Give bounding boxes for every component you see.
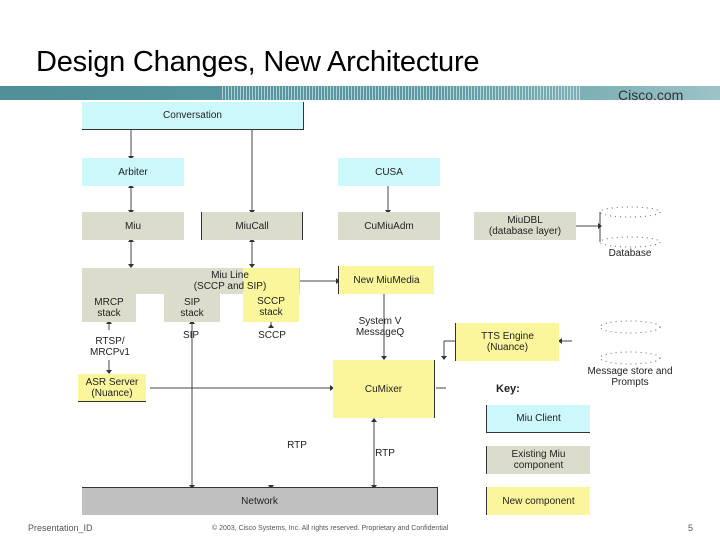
component-label: stack — [259, 307, 283, 318]
component-miu: Miu — [82, 212, 184, 240]
component-label: SCCP — [257, 296, 285, 307]
protocol-label-line: System V — [358, 316, 402, 327]
component-label: Miu Line — [211, 270, 249, 281]
protocol-label-sip: SIP — [182, 330, 200, 341]
component-label: CUSA — [375, 166, 403, 178]
message-store-label-line: Message store and — [587, 366, 673, 377]
message-store-cylinder-icon — [599, 320, 661, 365]
component-label: (database layer) — [488, 226, 562, 237]
protocol-label-rtsp: RTSP/ MRCPv1 — [82, 336, 138, 358]
component-label: TTS Engine — [481, 331, 534, 342]
component-label: CuMixer — [364, 383, 403, 395]
protocol-label-rtp-left: RTP — [287, 440, 307, 451]
message-store-label: Message store and Prompts — [580, 366, 680, 388]
legend-title: Key: — [496, 383, 520, 395]
protocol-label-line: RTSP/ — [95, 336, 125, 347]
component-network: Network — [82, 487, 438, 515]
database-label: Database — [608, 248, 652, 259]
protocol-label-line: MRCPv1 — [89, 347, 130, 358]
component-mrcp-stack: MRCP stack — [82, 294, 136, 322]
component-asr-server: ASR Server (Nuance) — [78, 374, 146, 402]
component-label: MRCP — [94, 297, 124, 308]
component-sip-stack: SIP stack — [164, 294, 220, 322]
component-label: SIP — [183, 297, 201, 308]
arrow-head — [441, 356, 447, 360]
component-arbiter: Arbiter — [82, 158, 184, 186]
protocol-label-sccp: SCCP — [258, 330, 286, 341]
footer-presentation-id: Presentation_ID — [28, 523, 93, 533]
component-label: Network — [241, 496, 278, 507]
footer-page-number: 5 — [688, 523, 694, 533]
legend-item-new-component: New component — [486, 487, 590, 515]
component-cusa: CUSA — [338, 158, 440, 186]
component-miudbl: MiuDBL (database layer) — [474, 212, 576, 240]
component-label: New MiuMedia — [353, 274, 420, 286]
component-cumiuadm: CuMiuAdm — [338, 212, 440, 240]
component-miuline-overlay: Miu Line (SCCP and SIP) — [160, 268, 300, 294]
component-tts-engine: TTS Engine (Nuance) — [455, 323, 559, 361]
component-label: (SCCP and SIP) — [193, 281, 267, 292]
protocol-label-rtp-right: RTP — [375, 448, 395, 459]
legend-label: component — [513, 460, 564, 471]
component-cumixer: CuMixer — [333, 360, 435, 418]
component-miucall: MiuCall — [201, 212, 303, 240]
component-conversation: Conversation — [82, 102, 304, 130]
arrow-head — [371, 418, 377, 422]
component-label: Arbiter — [118, 166, 148, 178]
component-label: (Nuance) — [91, 387, 133, 399]
protocol-label-sysv: System V MessageQ — [350, 316, 410, 338]
message-store-label-line: Prompts — [611, 377, 649, 388]
component-label: Conversation — [163, 110, 222, 121]
database-cylinder-icon — [599, 206, 661, 248]
component-label: CuMiuAdm — [364, 220, 414, 232]
component-label: ASR Server — [85, 376, 139, 388]
component-newmiumedia: New MiuMedia — [338, 266, 434, 294]
component-label: stack — [180, 308, 204, 319]
legend-item-miu-client: Miu Client — [486, 405, 590, 433]
component-label: stack — [97, 308, 121, 319]
component-label: (Nuance) — [486, 342, 529, 353]
component-label: Miu — [124, 220, 142, 232]
arrow-head — [268, 324, 274, 328]
component-label: MiuCall — [235, 220, 269, 232]
footer-copyright: © 2003, Cisco Systems, Inc. All rights r… — [212, 525, 449, 532]
legend-item-existing-component: Existing Miu component — [486, 446, 590, 474]
component-label: MiuDBL — [507, 215, 543, 226]
protocol-label-line: MessageQ — [355, 327, 405, 338]
legend-label: Miu Client — [516, 413, 561, 424]
legend-label: New component — [502, 495, 575, 507]
legend-label: Existing Miu — [511, 449, 566, 460]
